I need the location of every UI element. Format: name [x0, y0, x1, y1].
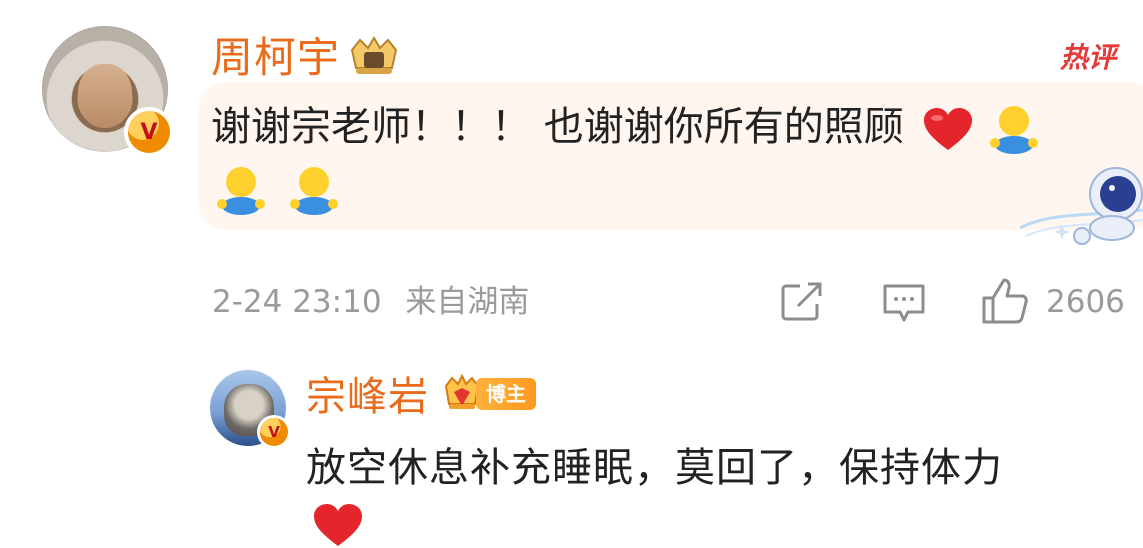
comment-date: 2-24 23:10 — [212, 284, 382, 320]
blue-shirt-smiley-icon — [290, 167, 339, 215]
comment-meta: 2-24 23:10 来自湖南 — [212, 280, 543, 324]
comment-emoji-row — [214, 164, 341, 216]
blogger-badge: 博主 — [476, 378, 536, 410]
verified-badge-icon: V — [260, 418, 288, 446]
like-thumb-icon[interactable] — [980, 276, 1030, 326]
red-heart-icon — [924, 108, 973, 150]
comment-icon[interactable] — [880, 280, 928, 324]
red-heart-icon — [314, 504, 362, 546]
reply-text: 放空休息补充睡眠，莫回了，保持体力 — [306, 445, 1003, 491]
blue-shirt-smiley-icon — [217, 167, 265, 215]
like-count: 2606 — [1046, 284, 1125, 320]
verified-badge-icon: V — [128, 111, 170, 153]
comment-text-block: 谢谢宗老师！！！ 也谢谢你所有的照顾 — [211, 96, 1111, 158]
avatar-face — [78, 64, 132, 128]
comment-text: 谢谢宗老师！！！ 也谢谢你所有的照顾 — [211, 104, 904, 150]
reply-username[interactable]: 宗峰岩 — [306, 374, 429, 420]
comment-username[interactable]: 周柯宇 — [211, 34, 340, 82]
crown-icon — [350, 36, 398, 74]
share-icon[interactable] — [778, 280, 826, 324]
blue-shirt-smiley-icon — [990, 106, 1039, 154]
comment-location: 来自湖南 — [405, 284, 530, 320]
astronaut-decoration-icon — [1020, 167, 1143, 245]
hot-comment-label: 热评 — [1060, 41, 1117, 74]
